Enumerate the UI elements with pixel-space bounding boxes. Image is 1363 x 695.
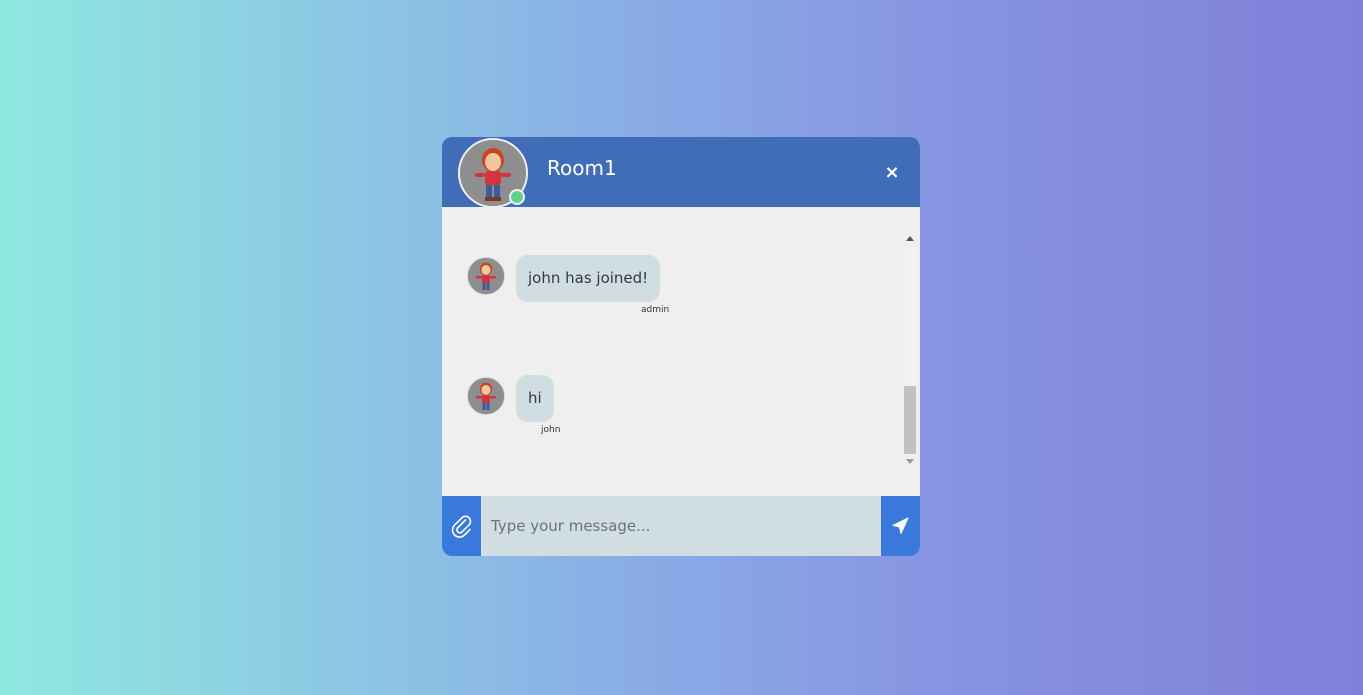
message-list[interactable]: john has joined! admin hi john [442, 207, 920, 496]
sender-avatar [467, 377, 505, 415]
scrollbar[interactable] [903, 232, 917, 469]
scroll-thumb[interactable] [904, 386, 916, 454]
chat-window: Room1 × john has joined! admin hi john T… [442, 137, 920, 556]
paperclip-icon [451, 515, 472, 538]
message-sender: john [541, 425, 561, 435]
sender-avatar [467, 257, 505, 295]
chat-header: Room1 × [442, 137, 920, 208]
message-input[interactable] [481, 496, 881, 556]
send-button[interactable] [881, 496, 920, 556]
message-bubble: john has joined! [516, 255, 661, 302]
send-icon [892, 517, 909, 534]
message-sender: admin [641, 305, 670, 315]
character-avatar-image [468, 378, 504, 414]
message-bubble: hi [516, 375, 554, 422]
room-title: Room1 [547, 156, 617, 180]
scroll-up-arrow-icon[interactable] [906, 236, 914, 241]
attach-button[interactable] [442, 496, 481, 556]
close-button[interactable]: × [882, 163, 902, 183]
online-status-dot [509, 189, 525, 205]
composer-bar [442, 496, 920, 556]
character-avatar-image [468, 258, 504, 294]
scroll-down-arrow-icon[interactable] [906, 459, 914, 464]
